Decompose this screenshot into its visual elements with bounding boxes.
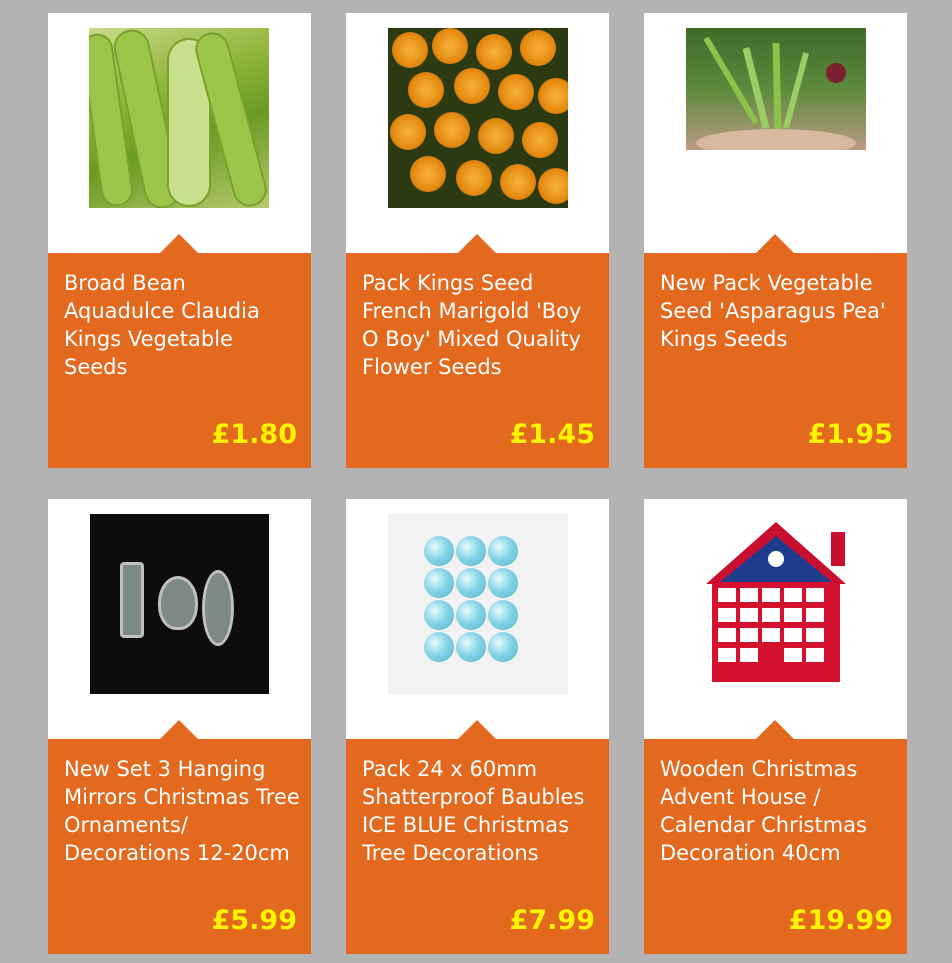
product-price: £19.99 [788,905,893,936]
product-title[interactable]: Pack Kings Seed French Marigold 'Boy O B… [362,269,600,381]
product-info-panel: New Pack Vegetable Seed 'Asparagus Pea' … [644,234,907,468]
product-card[interactable]: Pack 24 x 60mm Shatterproof Baubles ICE … [346,499,609,954]
product-info-panel: Wooden Christmas Advent House / Calendar… [644,720,907,954]
product-card[interactable]: New Set 3 Hanging Mirrors Christmas Tree… [48,499,311,954]
hanging-mirrors-photo[interactable] [90,514,269,694]
product-info-panel: Broad Bean Aquadulce Claudia Kings Veget… [48,234,311,468]
product-image-area [644,13,907,253]
product-card[interactable]: Wooden Christmas Advent House / Calendar… [644,499,907,954]
product-card[interactable]: Pack Kings Seed French Marigold 'Boy O B… [346,13,609,468]
product-info-panel: Pack 24 x 60mm Shatterproof Baubles ICE … [346,720,609,954]
product-info-panel: Pack Kings Seed French Marigold 'Boy O B… [346,234,609,468]
product-info-panel: New Set 3 Hanging Mirrors Christmas Tree… [48,720,311,954]
product-price: £7.99 [509,905,595,936]
product-image-area [346,13,609,253]
product-grid: Broad Bean Aquadulce Claudia Kings Veget… [0,0,952,963]
advent-house-photo[interactable] [686,514,866,694]
product-title[interactable]: New Pack Vegetable Seed 'Asparagus Pea' … [660,269,898,353]
product-price: £1.80 [211,419,297,450]
product-title[interactable]: Wooden Christmas Advent House / Calendar… [660,755,898,867]
product-image-area [346,499,609,739]
product-title[interactable]: Broad Bean Aquadulce Claudia Kings Veget… [64,269,302,381]
product-price: £5.99 [211,905,297,936]
product-image-area [48,13,311,253]
asparagus-pea-photo[interactable] [686,28,866,150]
product-title[interactable]: New Set 3 Hanging Mirrors Christmas Tree… [64,755,302,867]
product-image-area [48,499,311,739]
marigold-flowers-photo[interactable] [388,28,568,208]
product-image-area [644,499,907,739]
ice-blue-baubles-photo[interactable] [388,514,568,694]
product-card[interactable]: New Pack Vegetable Seed 'Asparagus Pea' … [644,13,907,468]
product-price: £1.45 [509,419,595,450]
product-card[interactable]: Broad Bean Aquadulce Claudia Kings Veget… [48,13,311,468]
product-title[interactable]: Pack 24 x 60mm Shatterproof Baubles ICE … [362,755,600,867]
broad-bean-pods-photo[interactable] [89,28,269,208]
product-price: £1.95 [807,419,893,450]
